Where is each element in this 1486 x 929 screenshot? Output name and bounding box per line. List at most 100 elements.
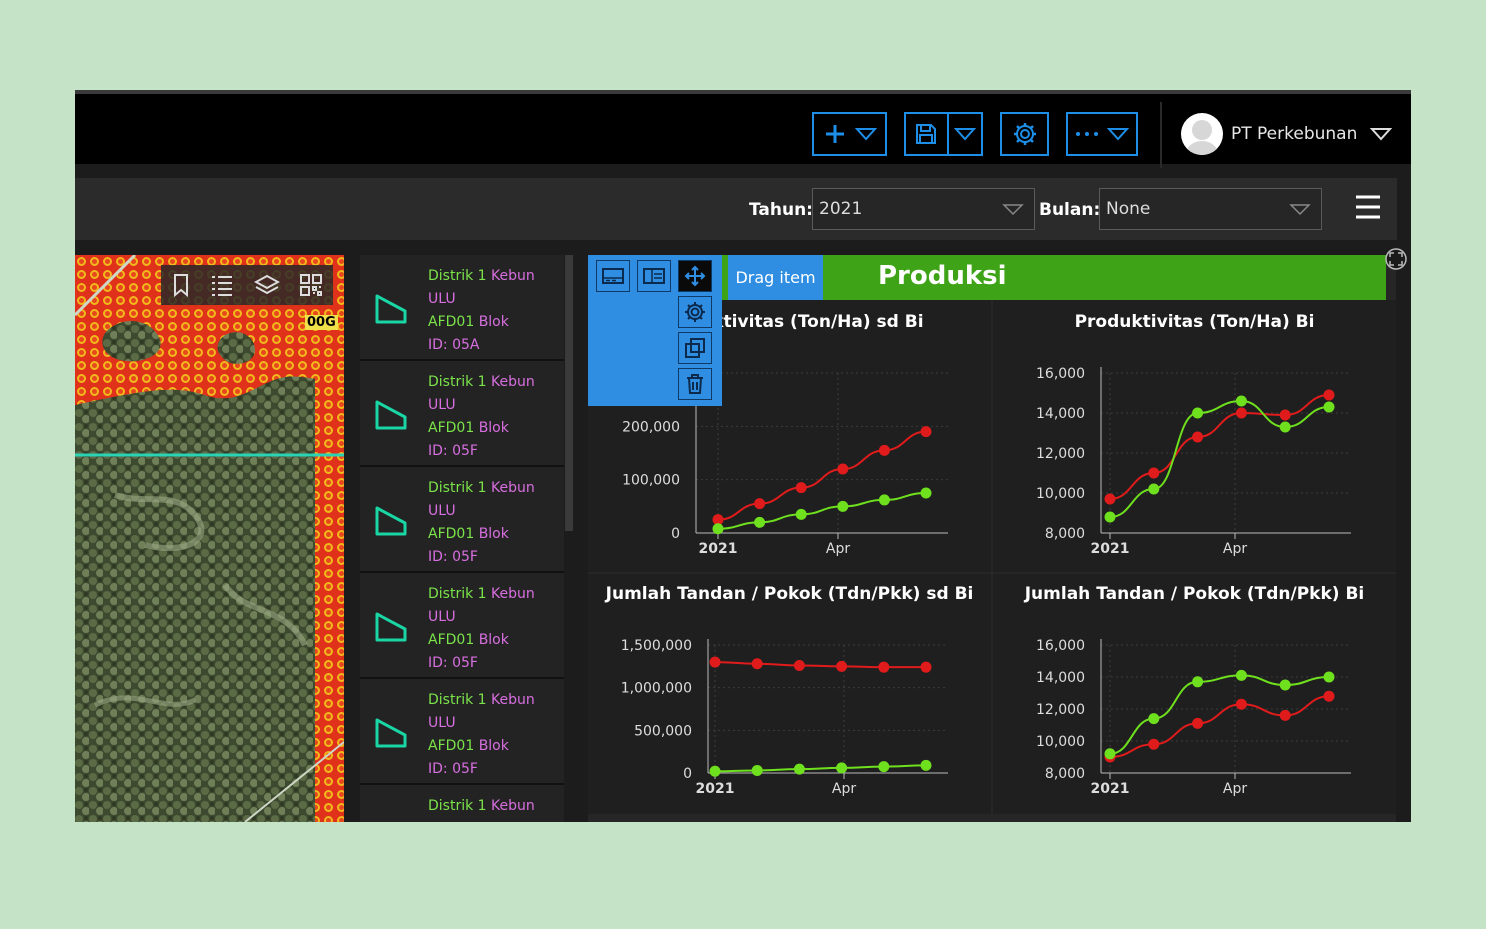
data-point <box>1323 389 1335 401</box>
month-select[interactable]: None <box>1099 188 1322 230</box>
data-point <box>1235 669 1247 681</box>
list-item-text: Distrik 1 Kebun ULU AFD01 Blok ID: 05F <box>428 689 535 781</box>
data-point <box>1279 709 1291 721</box>
qr-grid-icon[interactable] <box>299 273 323 297</box>
list-item[interactable]: Distrik 1 Kebun ULU AFD01 Blok ID: 05A <box>360 255 564 361</box>
id-text: ID: 05F <box>428 443 478 459</box>
gear-icon <box>1013 123 1036 145</box>
id-text: ID: 05F <box>428 655 478 671</box>
data-point <box>709 765 721 777</box>
hamburger-menu-icon[interactable] <box>1355 194 1381 220</box>
dashboard-title: Produksi <box>878 261 1007 291</box>
data-point <box>920 759 932 771</box>
x-tick-label: 2021 <box>696 781 735 797</box>
data-point <box>795 508 807 520</box>
move-arrows-icon <box>684 265 706 287</box>
add-button[interactable] <box>812 112 887 156</box>
data-point <box>1192 676 1204 688</box>
data-point <box>1148 483 1160 495</box>
distrik-text: Distrik 1 <box>428 268 487 284</box>
drag-item-label[interactable]: Drag item <box>728 255 823 300</box>
list-item[interactable]: Distrik 1 Kebun ULU AFD01 Blok ID: 05F <box>360 679 564 785</box>
layout-row-button[interactable] <box>596 260 630 292</box>
legend-icon[interactable] <box>210 273 234 297</box>
duplicate-button[interactable] <box>678 332 712 364</box>
ulu-text: ULU <box>428 291 456 307</box>
list-item[interactable]: Distrik 1 Kebun ULU AFD01 Blok ID: 05F <box>360 573 564 679</box>
y-tick-label: 1,000,000 <box>621 681 692 697</box>
y-tick-label: 16,000 <box>1036 638 1085 654</box>
bookmark-icon[interactable] <box>171 273 191 297</box>
list-item-text: Distrik 1 Kebun ULU AFD01 Blok ID: 05A <box>428 265 535 357</box>
ulu-text: ULU <box>428 397 456 413</box>
list-item[interactable]: Distrik 1 Kebun ULU AFD01 Blok ID: 05F <box>360 467 564 573</box>
year-select[interactable]: 2021 <box>812 188 1035 230</box>
list-item-text: Distrik 1 Kebun ULU AFD01 Blok ID: 05F <box>428 583 535 675</box>
series-line <box>717 492 927 530</box>
data-point <box>1323 671 1335 683</box>
series-line <box>1109 695 1330 758</box>
data-point <box>712 523 724 535</box>
data-point <box>1104 748 1116 760</box>
settings-button[interactable] <box>1000 112 1049 156</box>
data-point <box>837 463 849 475</box>
id-text: ID: 05F <box>428 549 478 565</box>
data-point <box>751 764 763 776</box>
y-tick-label: 12,000 <box>1036 446 1085 462</box>
y-tick-label: 14,000 <box>1036 406 1085 422</box>
move-button[interactable] <box>678 260 712 292</box>
y-tick-label: 500,000 <box>634 723 692 739</box>
list-scrollbar[interactable] <box>565 255 573 531</box>
data-point <box>1148 467 1160 479</box>
map-view[interactable]: 00G <box>75 255 344 822</box>
widget-settings-button[interactable] <box>678 296 712 328</box>
distrik-text: Distrik 1 <box>428 692 487 708</box>
layout-column-button[interactable] <box>637 260 671 292</box>
id-text: ID: 05F <box>428 761 478 777</box>
layers-icon[interactable] <box>253 273 280 297</box>
data-point <box>754 498 766 510</box>
more-button[interactable] <box>1066 112 1138 156</box>
data-point <box>836 762 848 774</box>
x-tick-label: Apr <box>1223 541 1247 557</box>
widget-toolbox <box>588 255 722 406</box>
satellite-image <box>75 255 344 822</box>
chevron-down-icon <box>1106 128 1130 141</box>
polygon-icon <box>375 400 407 430</box>
data-point <box>1279 409 1291 421</box>
x-tick-label: Apr <box>832 781 856 797</box>
distrik-text: Distrik 1 <box>428 480 487 496</box>
data-point <box>793 763 805 775</box>
avatar <box>1181 113 1223 155</box>
y-tick-label: 12,000 <box>1036 702 1085 718</box>
y-tick-label: 16,000 <box>1036 366 1085 382</box>
data-point <box>1104 493 1116 505</box>
data-point <box>1279 421 1291 433</box>
polygon-icon <box>375 718 407 748</box>
expand-icon[interactable] <box>1384 247 1408 271</box>
list-item[interactable]: Distrik 1 Kebun <box>360 785 564 822</box>
polygon-icon <box>375 612 407 642</box>
kebun-text: Kebun <box>491 586 535 602</box>
month-label: Bulan: <box>1039 200 1101 220</box>
blok-text: Blok <box>478 314 509 330</box>
delete-button[interactable] <box>678 368 712 400</box>
user-menu[interactable]: PT Perkebunan <box>1181 112 1393 156</box>
data-point <box>878 494 890 506</box>
ulu-text: ULU <box>428 715 456 731</box>
layout-row-icon <box>602 268 624 284</box>
y-tick-label: 14,000 <box>1036 670 1085 686</box>
list-item[interactable]: Distrik 1 Kebun ULU AFD01 Blok ID: 05F <box>360 361 564 467</box>
app-window: PT Perkebunan Tahun: 2021 Bulan: None 00… <box>75 90 1411 822</box>
month-value: None <box>1106 199 1151 219</box>
y-tick-label: 10,000 <box>1036 486 1085 502</box>
save-button[interactable] <box>904 112 983 156</box>
distrik-text: Distrik 1 <box>428 374 487 390</box>
series-line <box>714 764 927 773</box>
y-tick-label: 8,000 <box>1045 526 1085 542</box>
data-point <box>878 761 890 773</box>
data-point <box>920 661 932 673</box>
data-point <box>1235 698 1247 710</box>
afd-text: AFD01 <box>428 738 475 754</box>
data-point <box>751 658 763 670</box>
